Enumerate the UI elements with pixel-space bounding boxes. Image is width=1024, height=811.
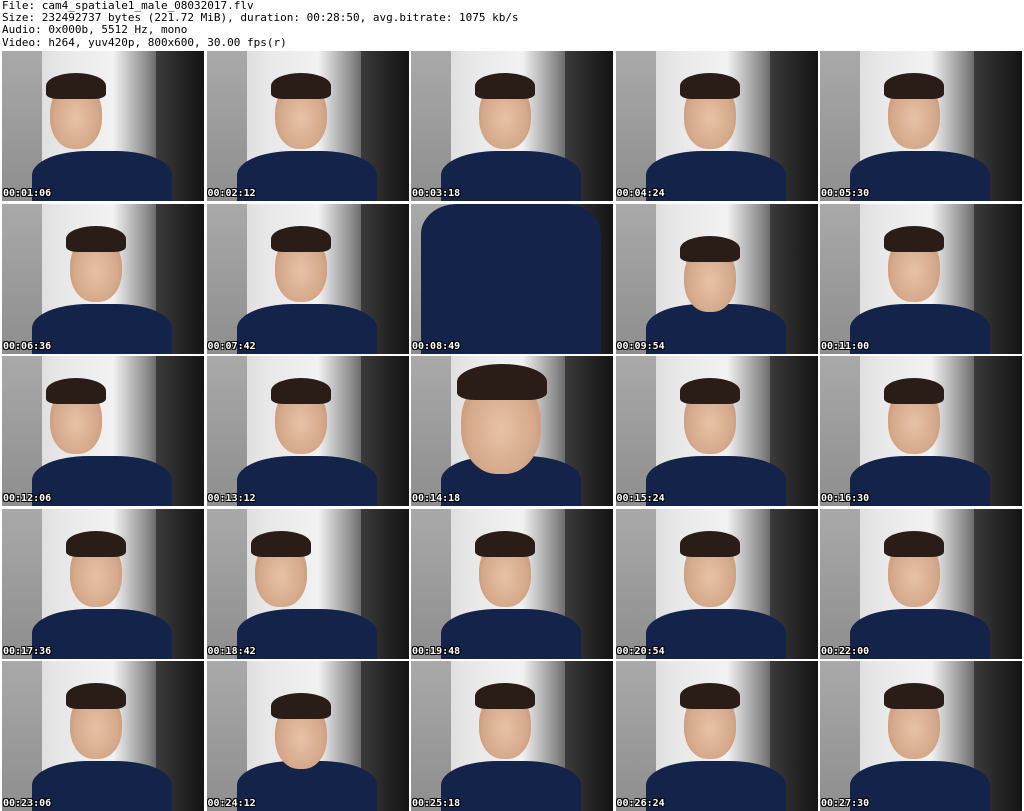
thumbnail-timestamp: 00:26:24 bbox=[616, 798, 665, 809]
thumbnail: 00:05:30 bbox=[820, 51, 1022, 201]
thumbnail: 00:17:36 bbox=[2, 508, 204, 659]
thumbnail-timestamp: 00:05:30 bbox=[821, 188, 870, 199]
thumbnail-timestamp: 00:03:18 bbox=[412, 188, 461, 199]
thumbnail-timestamp: 00:17:36 bbox=[3, 645, 52, 657]
thumbnail: 00:25:18 bbox=[411, 661, 613, 811]
thumbnail: 00:26:24 bbox=[615, 661, 818, 811]
thumbnail-timestamp: 00:19:48 bbox=[412, 645, 461, 657]
video-info-line: Video: h264, yuv420p, 800x600, 30.00 fps… bbox=[2, 35, 287, 49]
thumbnail-timestamp: 00:22:00 bbox=[821, 645, 870, 657]
thumbnail: 00:15:24 bbox=[615, 356, 818, 506]
thumbnail-timestamp: 00:04:24 bbox=[616, 188, 665, 199]
thumbnail: 00:18:42 bbox=[206, 508, 409, 659]
thumbnail-timestamp: 00:15:24 bbox=[616, 493, 665, 504]
thumbnail-timestamp: 00:20:54 bbox=[616, 645, 665, 657]
thumbnail-timestamp: 00:02:12 bbox=[207, 188, 256, 199]
file-info-header: File: cam4_spatiale1_male_08032017.flv S… bbox=[2, 0, 1022, 50]
thumbnail-timestamp: 00:25:18 bbox=[412, 798, 461, 809]
thumbnail: 00:27:30 bbox=[820, 661, 1022, 811]
thumbnail: 00:09:54 bbox=[615, 203, 818, 354]
thumbnail: 00:19:48 bbox=[411, 508, 613, 659]
thumbnail: 00:03:18 bbox=[411, 51, 613, 201]
thumbnail-timestamp: 00:06:36 bbox=[3, 340, 52, 352]
thumbnail: 00:20:54 bbox=[615, 508, 818, 659]
thumbnail: 00:07:42 bbox=[206, 203, 409, 354]
thumbnail: 00:22:00 bbox=[820, 508, 1022, 659]
thumbnail: 00:11:00 bbox=[820, 203, 1022, 354]
thumbnail-timestamp: 00:14:18 bbox=[412, 493, 461, 504]
thumbnail: 00:06:36 bbox=[2, 203, 204, 354]
thumbnail-timestamp: 00:08:49 bbox=[412, 340, 461, 352]
thumbnail-timestamp: 00:11:00 bbox=[821, 340, 870, 352]
thumbnail: 00:02:12 bbox=[206, 51, 409, 201]
thumbnail-timestamp: 00:18:42 bbox=[207, 645, 256, 657]
thumbnail-grid: 00:01:06 00:02:12 00:03:18 00:04:24 00:0… bbox=[2, 51, 1022, 811]
thumbnail-timestamp: 00:23:06 bbox=[3, 798, 52, 809]
thumbnail: 00:01:06 bbox=[2, 51, 204, 201]
thumbnail: 00:04:24 bbox=[615, 51, 818, 201]
thumbnail-timestamp: 00:07:42 bbox=[207, 340, 256, 352]
thumbnail: 00:13:12 bbox=[206, 356, 409, 506]
thumbnail-timestamp: 00:01:06 bbox=[3, 188, 52, 199]
thumbnail-timestamp: 00:24:12 bbox=[207, 798, 256, 809]
thumbnail-timestamp: 00:27:30 bbox=[821, 798, 870, 809]
thumbnail-timestamp: 00:13:12 bbox=[207, 493, 256, 504]
thumbnail: 00:23:06 bbox=[2, 661, 204, 811]
audio-info-line: Audio: 0x000b, 5512 Hz, mono bbox=[2, 23, 188, 37]
thumbnail-timestamp: 00:09:54 bbox=[616, 340, 665, 352]
thumbnail: 00:08:49 bbox=[411, 203, 613, 354]
thumbnail: 00:12:06 bbox=[2, 356, 204, 506]
thumbnail: 00:24:12 bbox=[206, 661, 409, 811]
thumbnail: 00:16:30 bbox=[820, 356, 1022, 506]
thumbnail-timestamp: 00:16:30 bbox=[821, 493, 870, 504]
thumbnail-timestamp: 00:12:06 bbox=[3, 493, 52, 504]
thumbnail: 00:14:18 bbox=[411, 356, 613, 506]
